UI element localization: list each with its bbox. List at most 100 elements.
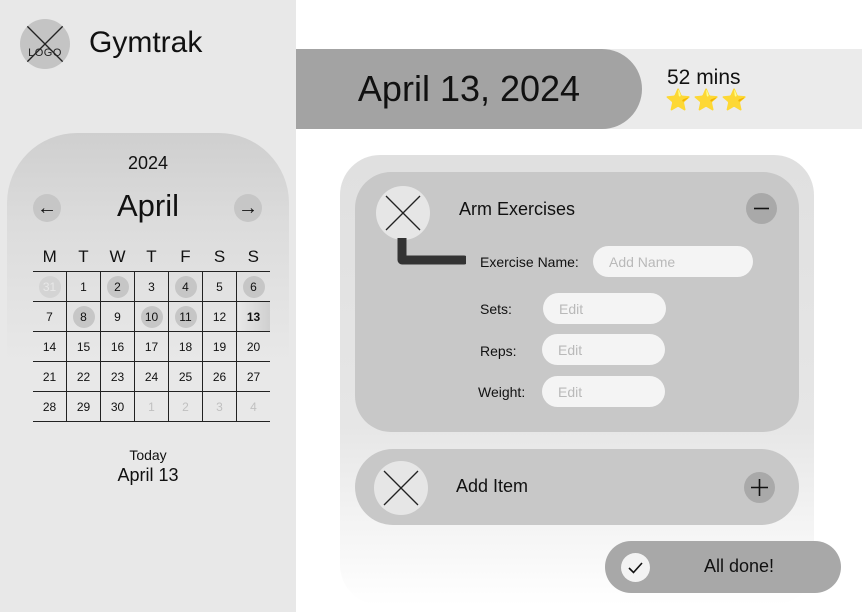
weekday-label: S [213, 247, 226, 266]
calendar-year: 2024 [127, 153, 169, 173]
day-number: 11 [174, 305, 197, 328]
calendar-day[interactable]: 2 [168, 391, 203, 422]
day-number: 16 [110, 339, 125, 354]
day-number: 18 [178, 339, 193, 354]
day-number: 3 [148, 279, 155, 294]
calendar-day[interactable]: 7 [33, 301, 67, 332]
day-number: 4 [174, 275, 197, 298]
check-icon [621, 553, 650, 582]
day-number: 8 [72, 305, 95, 328]
calendar-day[interactable]: 27 [236, 361, 270, 392]
day-number: 26 [212, 369, 227, 384]
day-number: 15 [76, 339, 91, 354]
day-number: 4 [250, 399, 257, 414]
calendar-day[interactable]: 2 [100, 271, 135, 302]
calendar-day[interactable]: 19 [202, 331, 237, 362]
calendar-day[interactable]: 1 [66, 271, 101, 302]
calendar-day[interactable]: 18 [168, 331, 203, 362]
day-number: 19 [212, 339, 227, 354]
calendar-day[interactable]: 20 [236, 331, 270, 362]
calendar-day[interactable]: 6 [236, 271, 270, 302]
calendar-day[interactable]: 26 [202, 361, 237, 392]
calendar-day[interactable]: 10 [134, 301, 169, 332]
today-date: April 13 [117, 465, 179, 485]
calendar-day[interactable]: 4 [236, 391, 270, 422]
weight-input[interactable] [542, 376, 665, 407]
day-number: 24 [144, 369, 159, 384]
calendar-day[interactable]: 3 [202, 391, 237, 422]
calendar-day[interactable]: 1 [134, 391, 169, 422]
day-number: 31 [38, 275, 61, 298]
calendar-day[interactable]: 8 [66, 301, 101, 332]
image-placeholder-icon [385, 195, 421, 231]
calendar-week: 28 29 30 1 2 3 4 [33, 391, 270, 422]
calendar-day[interactable]: 25 [168, 361, 203, 392]
calendar-day[interactable]: 24 [134, 361, 169, 392]
weekday-header: MTWTFSS [33, 243, 270, 272]
calendar-day[interactable]: 12 [202, 301, 237, 332]
day-number: 3 [216, 399, 223, 414]
day-number: 10 [140, 305, 163, 328]
calendar-day[interactable]: 28 [33, 391, 67, 422]
day-number: 14 [42, 339, 57, 354]
day-number: 21 [42, 369, 57, 384]
calendar-day[interactable]: 23 [100, 361, 135, 392]
calendar-day[interactable]: 22 [66, 361, 101, 392]
weekday-label: S [247, 247, 259, 266]
day-number: 22 [76, 369, 91, 384]
calendar-week: 31 1 2 3 4 5 6 [33, 271, 270, 302]
weekday-label: M [42, 247, 57, 266]
next-month-button[interactable]: → [234, 194, 262, 222]
date-banner: April 13, 2024 [296, 49, 642, 129]
collapse-group-button[interactable] [746, 193, 777, 224]
calendar-day[interactable]: 15 [66, 331, 101, 362]
calendar-day[interactable]: 29 [66, 391, 101, 422]
calendar-day[interactable]: 16 [100, 331, 135, 362]
calendar-day[interactable]: 21 [33, 361, 67, 392]
minus-icon [754, 207, 769, 210]
image-placeholder-icon [383, 470, 419, 506]
day-number: 7 [46, 309, 53, 324]
day-number: 30 [110, 399, 125, 414]
calendar-week: 21 22 23 24 25 26 27 [33, 361, 270, 392]
day-number: 20 [246, 339, 261, 354]
reps-input[interactable] [542, 334, 665, 365]
weekday-label: F [180, 247, 191, 266]
weight-label: Weight: [478, 384, 526, 400]
today-label: Today [129, 447, 167, 463]
calendar-grid: MTWTFSS 31 1 2 3 4 5 6 7 8 9 10 11 12 13 14 15 16 17 18 19 2… [33, 243, 270, 422]
weekday-label: T [78, 247, 89, 266]
day-number: 5 [216, 279, 223, 294]
day-number: 25 [178, 369, 193, 384]
group-image[interactable] [376, 186, 430, 240]
exercise-name-input[interactable] [593, 246, 753, 277]
sets-label: Sets: [480, 301, 512, 317]
calendar-day[interactable]: 3 [134, 271, 169, 302]
day-number: 12 [212, 309, 227, 324]
calendar-day-today[interactable]: 13 [236, 301, 270, 332]
calendar-day[interactable]: 9 [100, 301, 135, 332]
reps-label: Reps: [480, 343, 517, 359]
calendar-day[interactable]: 31 [33, 271, 67, 302]
workout-duration: 52 mins [667, 66, 741, 89]
calendar-day[interactable]: 30 [100, 391, 135, 422]
weekday-label: T [146, 247, 157, 266]
day-number: 13 [246, 309, 261, 324]
exercise-name-label: Exercise Name: [480, 254, 579, 270]
add-item-button[interactable] [744, 472, 775, 503]
day-number: 2 [182, 399, 189, 414]
day-number: 9 [114, 309, 121, 324]
app-name: Gymtrak [89, 26, 203, 59]
calendar-day[interactable]: 4 [168, 271, 203, 302]
day-number: 28 [42, 399, 57, 414]
logo-placeholder-icon [26, 25, 64, 63]
calendar-day[interactable]: 14 [33, 331, 67, 362]
star-rating[interactable]: ⭐⭐⭐ [665, 89, 749, 113]
sets-input[interactable] [543, 293, 666, 324]
calendar-day[interactable]: 11 [168, 301, 203, 332]
selected-date: April 13, 2024 [357, 68, 581, 109]
calendar-day[interactable]: 17 [134, 331, 169, 362]
add-item-label: Add Item [456, 476, 529, 496]
calendar-day[interactable]: 5 [202, 271, 237, 302]
group-title: Arm Exercises [459, 199, 576, 219]
